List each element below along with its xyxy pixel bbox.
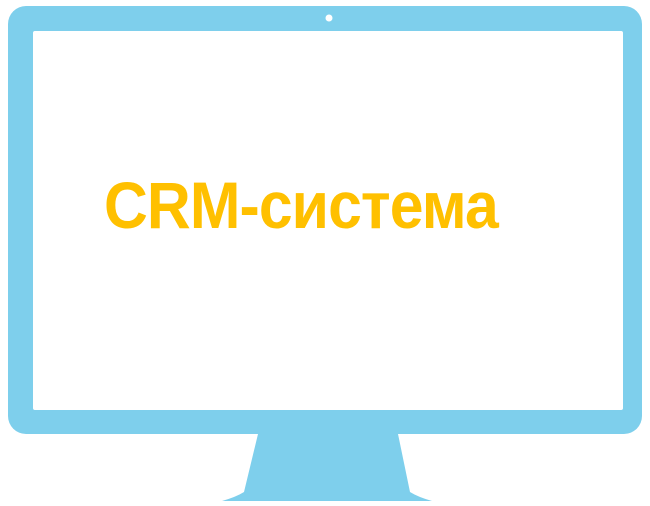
crm-system-title: CRM-система [104, 168, 499, 242]
monitor-stand-icon [222, 434, 432, 501]
camera-dot-icon [325, 14, 333, 22]
monitor-graphic [8, 6, 642, 501]
monitor-illustration: CRM-система [0, 0, 650, 506]
